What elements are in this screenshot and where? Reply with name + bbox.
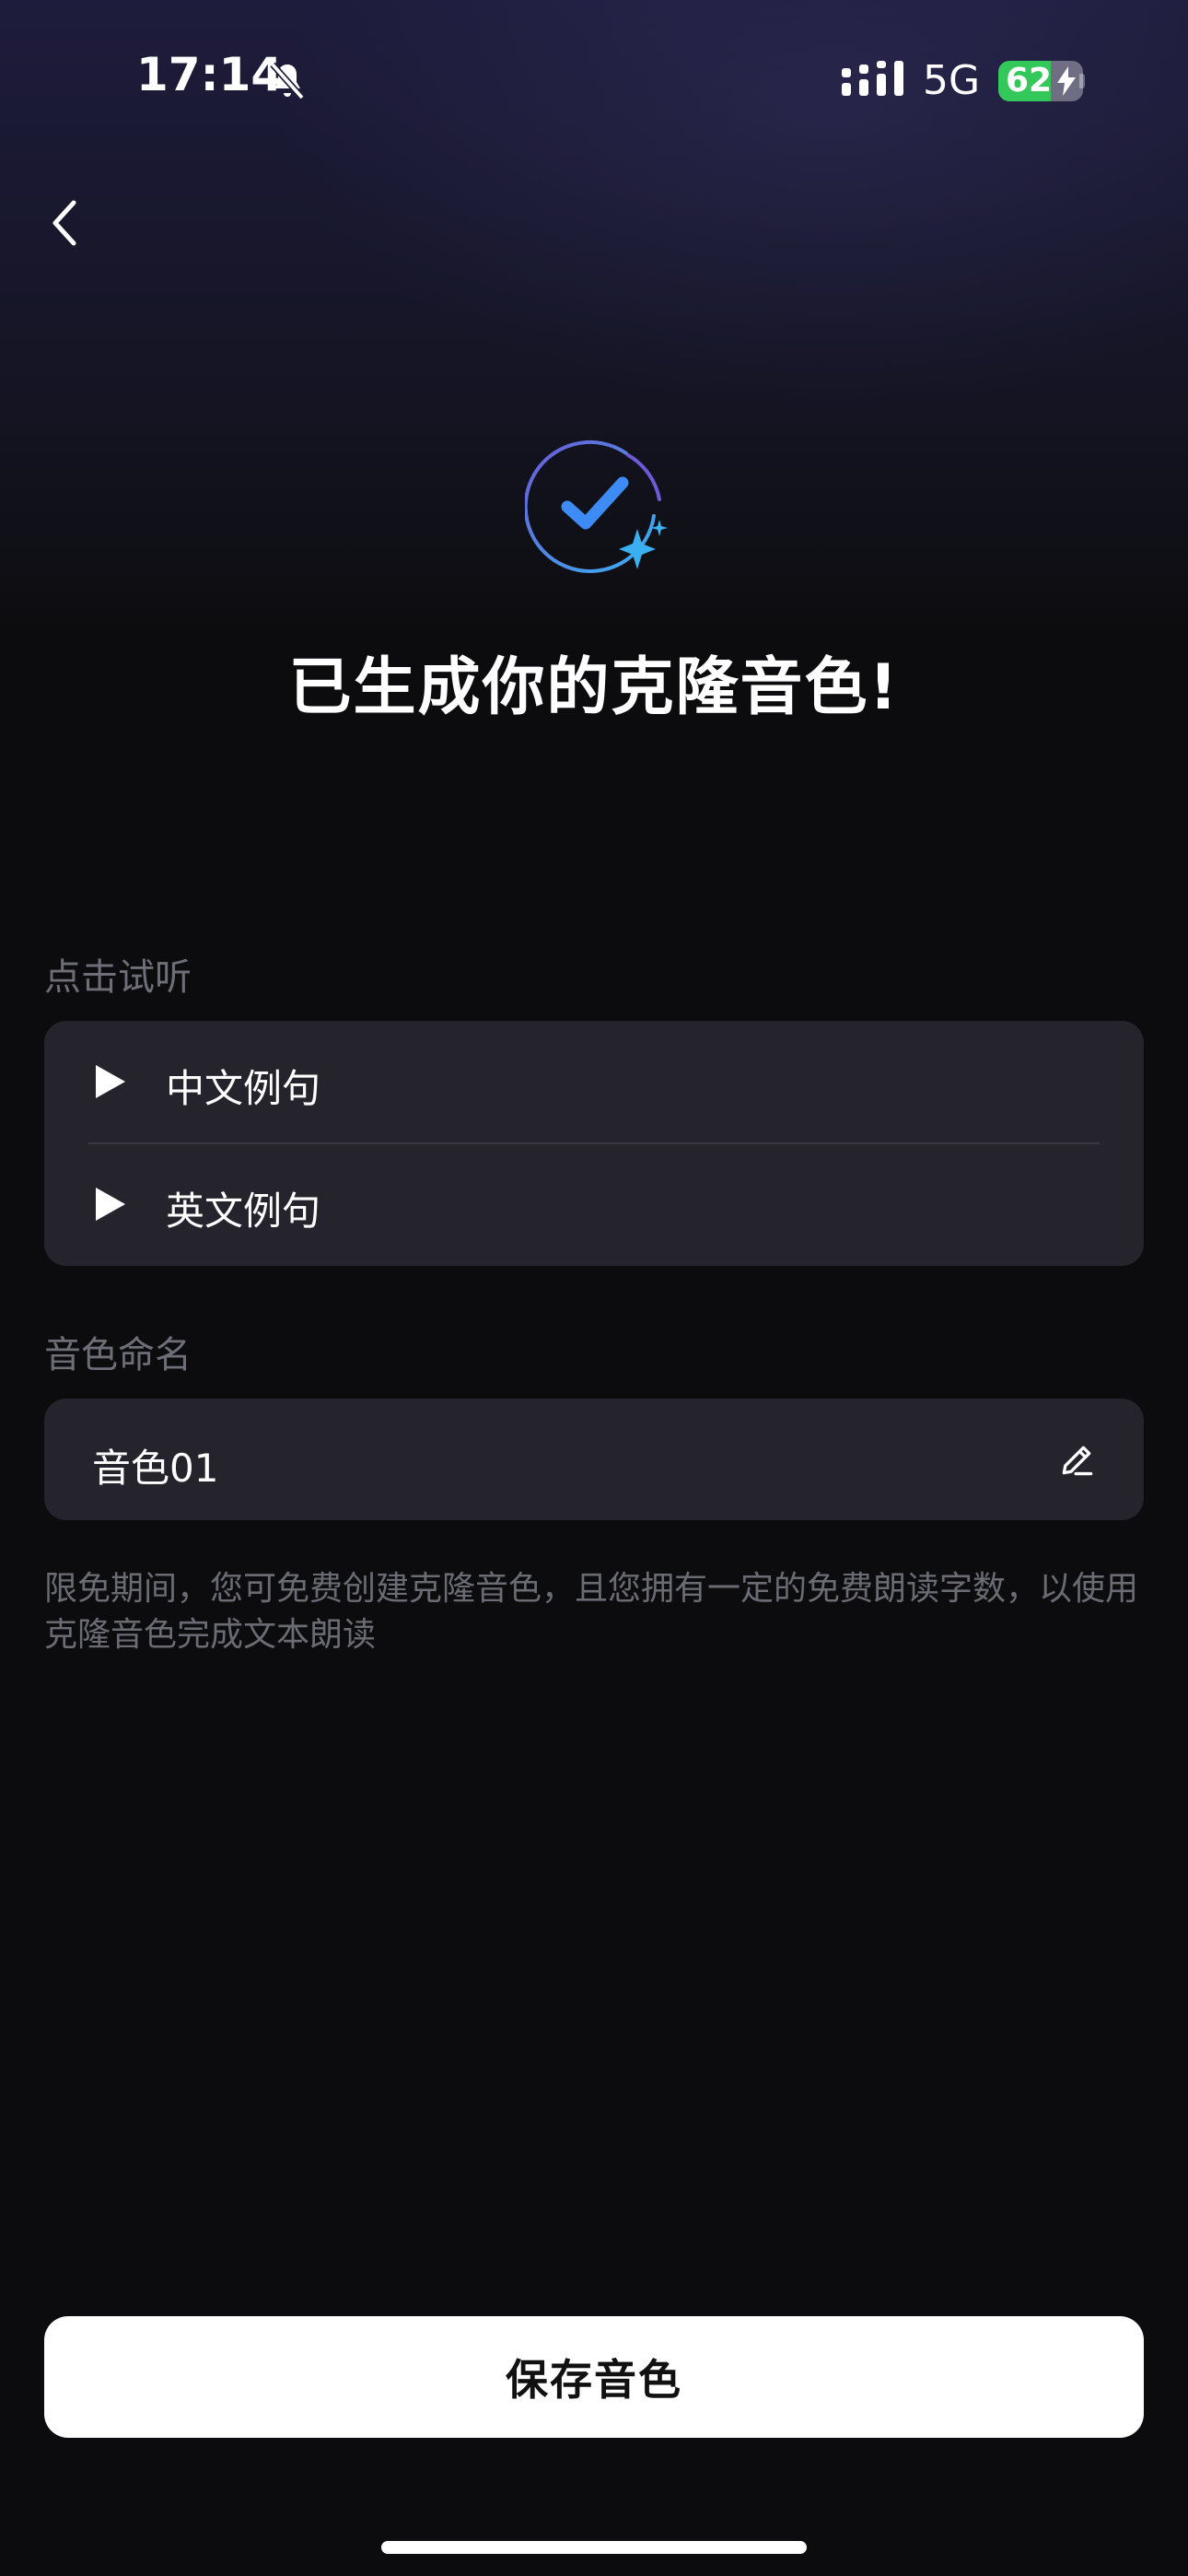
network-type: 5G — [923, 57, 981, 104]
preview-section-label: 点击试听 — [44, 956, 192, 999]
check-circle-sparkle-icon — [525, 439, 668, 573]
preview-item-label: 英文例句 — [166, 1188, 321, 1234]
battery-percent: 62 — [1006, 62, 1053, 100]
page-title: 已生成你的克隆音色! — [288, 651, 900, 724]
home-indicator[interactable] — [381, 2541, 807, 2554]
save-voice-button[interactable]: 保存音色 — [44, 2316, 1144, 2438]
preview-card: 中文例句 英文例句 — [44, 1021, 1144, 1266]
back-button[interactable] — [37, 190, 92, 254]
status-bar: 17:14 5G 62 — [0, 0, 1188, 157]
voice-name-value: 音色01 — [92, 1446, 219, 1491]
charging-bolt-icon — [1057, 66, 1076, 96]
chevron-left-icon — [52, 200, 76, 246]
voice-name-field[interactable]: 音色01 — [44, 1399, 1144, 1520]
play-icon — [96, 1188, 125, 1221]
battery-cap — [1079, 74, 1085, 88]
play-icon — [96, 1065, 125, 1098]
naming-section-label: 音色命名 — [44, 1334, 192, 1376]
voice-clone-result-screen: 17:14 5G 62 已生成你的克隆音色! 点击试听 中文例句 英文例句 音色… — [0, 0, 1188, 2576]
preview-item-chinese[interactable]: 中文例句 — [44, 1021, 1144, 1143]
free-trial-notice: 限免期间，您可免费创建克隆音色，且您拥有一定的免费朗读字数，以使用克隆音色完成文… — [44, 1570, 1139, 1654]
battery-indicator: 62 — [998, 61, 1083, 101]
preview-item-label: 中文例句 — [166, 1066, 321, 1111]
preview-item-english[interactable]: 英文例句 — [44, 1143, 1144, 1266]
status-time: 17:14 — [136, 48, 284, 101]
signal-icon — [842, 61, 903, 96]
bell-slash-icon — [270, 62, 305, 100]
save-voice-label: 保存音色 — [506, 2355, 682, 2405]
edit-pencil-icon[interactable] — [1057, 1439, 1098, 1480]
